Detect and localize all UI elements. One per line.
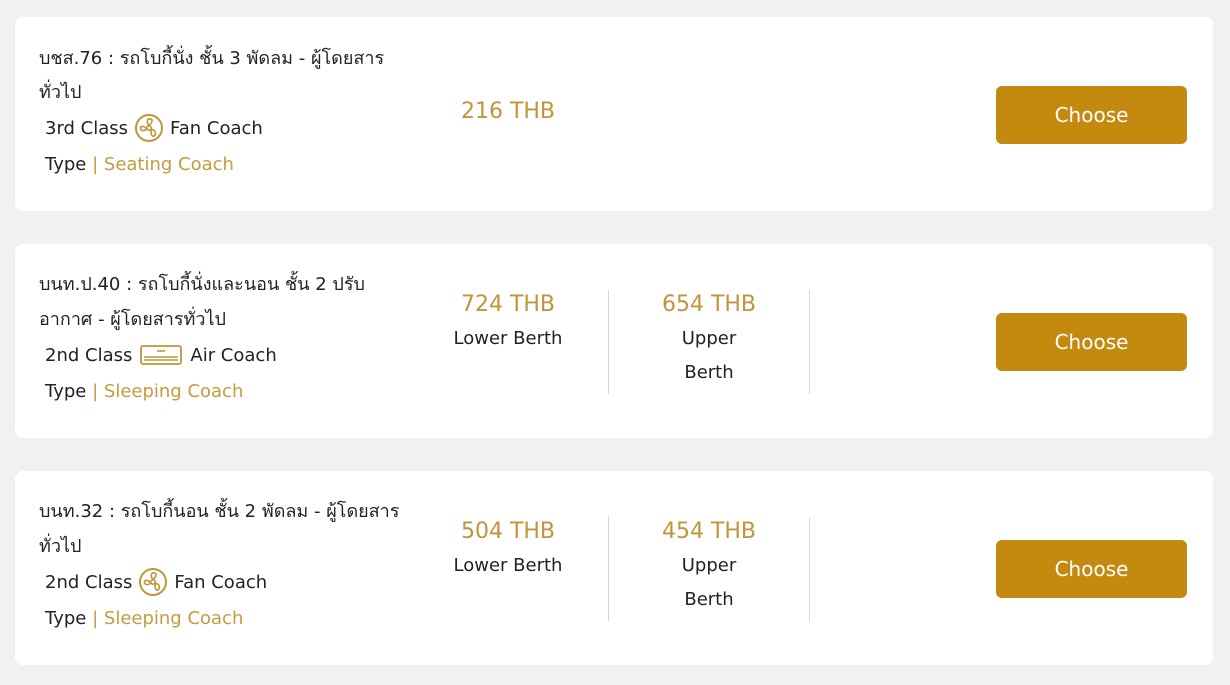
price: 216 THB (460, 99, 556, 124)
class-line: 2nd Class Air Coach (45, 337, 419, 373)
type-line: Type | Sleeping Coach (45, 600, 419, 638)
price: 654 THB (661, 292, 757, 317)
choose-button[interactable]: Choose (996, 86, 1187, 144)
type-separator: | (92, 608, 99, 629)
price-column-upper: 454 THB Upper Berth (609, 515, 809, 617)
type-separator: | (92, 381, 99, 402)
choose-button[interactable]: Choose (996, 313, 1187, 371)
train-card: บนท.ป.40 : รถโบกี้นั่งและนอน ชั้น 2 ปรับ… (15, 244, 1213, 438)
divider (809, 517, 810, 621)
air-conditioner-icon (140, 344, 183, 366)
type-label: Type (45, 608, 87, 629)
class-label: 2nd Class (45, 571, 133, 593)
price-column-lower: 724 THB Lower Berth (408, 288, 608, 356)
price-column-upper: 654 THB Upper Berth (609, 288, 809, 390)
type-value: Sleeping Coach (103, 381, 244, 402)
train-name: บนท.32 : รถโบกี้นอน ชั้น 2 พัดลม - ผู้โด… (39, 501, 400, 557)
berth-label: Upper Berth (681, 328, 737, 383)
price-column: 216 THB (408, 95, 608, 129)
divider (809, 290, 810, 394)
type-label: Type (45, 381, 87, 402)
type-separator: | (92, 154, 99, 175)
class-line: 2nd Class Fan Coach (45, 564, 419, 600)
train-card: บชส.76 : รถโบกี้นั่ง ชั้น 3 พัดลม - ผู้โ… (15, 17, 1213, 211)
type-line: Type | Sleeping Coach (45, 373, 419, 411)
train-name: บชส.76 : รถโบกี้นั่ง ชั้น 3 พัดลม - ผู้โ… (39, 48, 385, 103)
coach-type: Fan Coach (174, 571, 268, 593)
class-label: 3rd Class (45, 117, 129, 139)
class-label: 2nd Class (45, 344, 133, 366)
price: 454 THB (661, 519, 757, 544)
train-info: บนท.32 : รถโบกี้นอน ชั้น 2 พัดลม - ผู้โด… (39, 494, 419, 638)
price: 504 THB (460, 519, 556, 544)
price: 724 THB (460, 292, 556, 317)
type-label: Type (45, 154, 87, 175)
type-line: Type | Seating Coach (45, 146, 419, 184)
type-value: Sleeping Coach (103, 608, 244, 629)
train-name: บนท.ป.40 : รถโบกี้นั่งและนอน ชั้น 2 ปรับ… (39, 274, 365, 330)
coach-type: Air Coach (190, 344, 277, 366)
fan-icon (138, 567, 168, 597)
fan-icon (134, 113, 164, 143)
class-line: 3rd Class Fan Coach (45, 110, 419, 146)
train-card: บนท.32 : รถโบกี้นอน ชั้น 2 พัดลม - ผู้โด… (15, 471, 1213, 665)
train-info: บชส.76 : รถโบกี้นั่ง ชั้น 3 พัดลม - ผู้โ… (39, 42, 419, 184)
berth-label: Upper Berth (681, 555, 737, 610)
train-info: บนท.ป.40 : รถโบกี้นั่งและนอน ชั้น 2 ปรับ… (39, 267, 419, 411)
price-column-lower: 504 THB Lower Berth (408, 515, 608, 583)
berth-label: Lower Berth (453, 555, 563, 576)
choose-button[interactable]: Choose (996, 540, 1187, 598)
berth-label: Lower Berth (453, 328, 563, 349)
coach-type: Fan Coach (170, 117, 263, 139)
type-value: Seating Coach (103, 154, 234, 175)
